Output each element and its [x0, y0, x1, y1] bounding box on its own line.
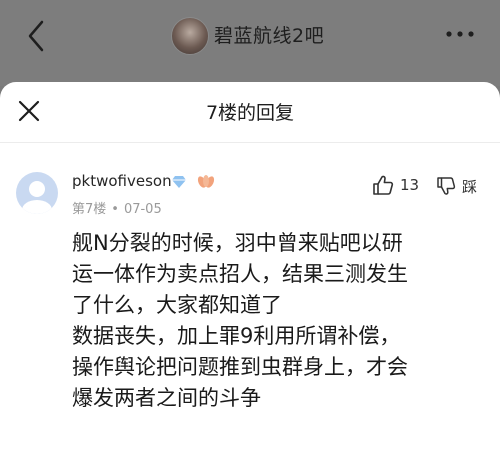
more-options-icon[interactable]	[444, 24, 476, 44]
diamond-badge-icon	[172, 176, 186, 188]
thumbs-down-icon[interactable]	[436, 176, 456, 196]
post-line: 舰N分裂的时候，羽中曾来贴吧以研	[72, 231, 403, 255]
post-line: 操作舆论把问题推到虫群身上，才会	[72, 355, 408, 379]
sheet-title: 7楼的回复	[205, 102, 295, 124]
meta-separator: •	[111, 202, 119, 217]
post-line: 了什么，大家都知道了	[72, 293, 282, 317]
default-avatar-icon	[22, 181, 52, 214]
like-count: 13	[400, 176, 420, 194]
reply-sheet: 7楼的回复 pktwofiveson 第7楼 • 07-05 13 踩 舰N分裂的时…	[0, 82, 500, 464]
avatar[interactable]	[16, 172, 58, 214]
floor-label: 第7楼	[72, 202, 107, 217]
header-divider	[0, 142, 500, 143]
forum-avatar[interactable]	[171, 17, 209, 55]
username[interactable]: pktwofiveson	[72, 172, 172, 190]
bloom-badge-icon	[197, 175, 215, 188]
post-date: 07-05	[123, 202, 162, 217]
back-arrow-icon[interactable]	[22, 18, 50, 54]
post-line: 数据丧失，加上罪9利用所谓补偿，	[72, 324, 401, 348]
thumbs-up-icon	[373, 175, 394, 195]
post-line: 爆发两者之间的斗争	[72, 386, 261, 410]
post-line: 运一体作为卖点招人，结果三测发生	[72, 262, 408, 286]
forum-title[interactable]: 碧蓝航线2吧	[214, 21, 324, 48]
forum-top-bar: 碧蓝航线2吧	[0, 0, 500, 86]
dislike-label[interactable]: 踩	[462, 176, 477, 197]
post-body: 舰N分裂的时候，羽中曾来贴吧以研 运一体作为卖点招人，结果三测发生 了什么，大家…	[72, 228, 492, 414]
post-meta: 第7楼 • 07-05	[72, 198, 162, 217]
